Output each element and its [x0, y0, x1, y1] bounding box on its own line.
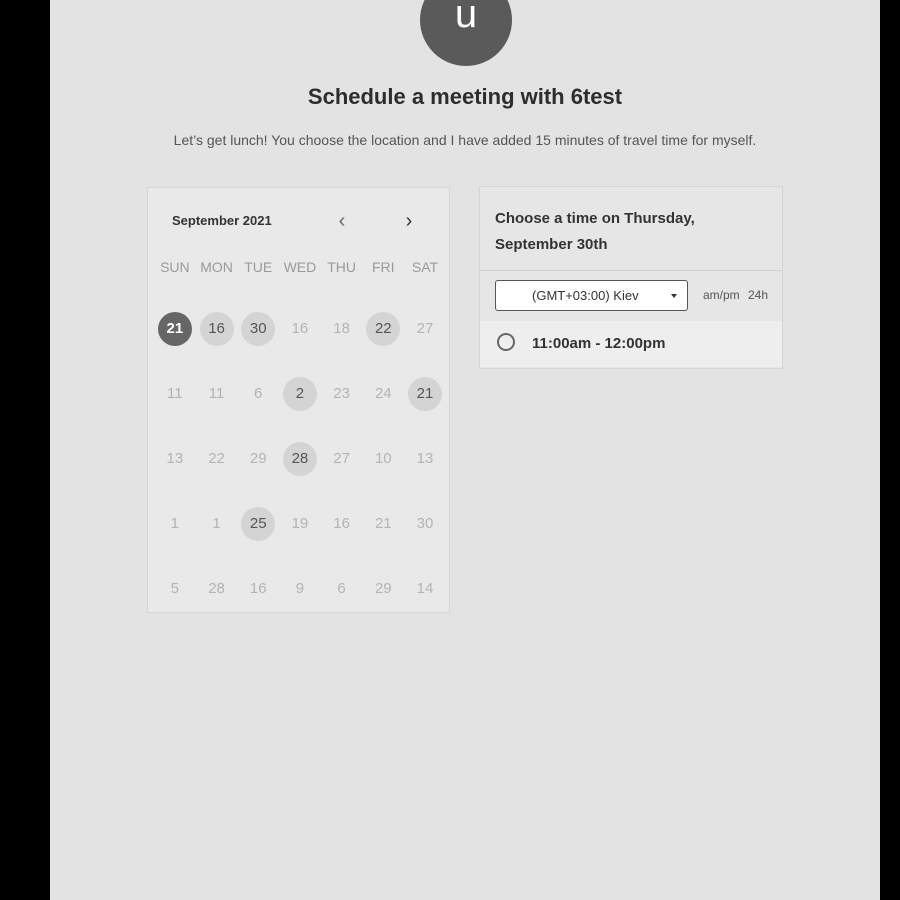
calendar-cell: 11 — [154, 361, 196, 426]
calendar-cell: 24 — [362, 361, 404, 426]
calendar-cell: 23 — [321, 361, 363, 426]
calendar-cell: 9 — [279, 556, 321, 621]
calendar-day-disabled: 19 — [291, 515, 309, 532]
next-month-icon[interactable]: › — [399, 211, 419, 232]
avatar: u — [420, 0, 512, 66]
calendar-cell: 16 — [279, 296, 321, 361]
calendar-cell: 1 — [196, 491, 238, 556]
page-title: Schedule a meeting with 6test — [307, 84, 623, 109]
scheduling-page: u Schedule a meeting with 6test Let’s ge… — [50, 0, 880, 900]
calendar-cell: 5 — [154, 556, 196, 621]
format-ampm-toggle[interactable]: am/pm — [703, 288, 740, 302]
weekday-tue: TUE — [244, 259, 273, 275]
calendar-cell: 27 — [404, 296, 446, 361]
calendar-day-disabled: 6 — [254, 385, 263, 402]
calendar-cell: 22 — [196, 426, 238, 491]
format-24h-toggle[interactable]: 24h — [748, 288, 768, 302]
calendar-day-disabled: 11 — [167, 385, 183, 402]
calendar-cell: 1 — [154, 491, 196, 556]
weekday-thu: THU — [327, 259, 356, 275]
time-slot-label: 11:00am - 12:00pm — [532, 335, 666, 352]
calendar-day-disabled: 16 — [333, 515, 350, 532]
calendar-cell: 25 — [237, 491, 279, 556]
calendar-cell: 28 — [196, 556, 238, 621]
calendar-cell: 6 — [321, 556, 363, 621]
calendar-day-disabled: 5 — [170, 580, 180, 597]
calendar-cell: 21 — [404, 361, 446, 426]
weekday-sat: SAT — [411, 259, 439, 275]
radio-icon[interactable] — [497, 333, 515, 351]
calendar-day-disabled: 9 — [295, 580, 305, 597]
caret-down-icon — [671, 294, 677, 298]
calendar-day-disabled: 22 — [208, 450, 225, 467]
calendar-cell: 16 — [237, 556, 279, 621]
calendar-day-disabled: 27 — [416, 320, 434, 337]
calendar-day-disabled: 29 — [374, 580, 392, 597]
time-slot[interactable]: 11:00am - 12:00pm — [480, 321, 782, 367]
calendar-cell: 27 — [321, 426, 363, 491]
weekday-sun: SUN — [160, 259, 190, 275]
calendar-cell: 10 — [362, 426, 404, 491]
weekday-wed: WED — [283, 259, 317, 275]
weekday-mon: MON — [200, 259, 233, 275]
calendar-cell: 6 — [237, 361, 279, 426]
calendar-day-disabled: 1 — [212, 515, 221, 532]
calendar-day-disabled: 11 — [208, 385, 225, 402]
calendar-cell: 14 — [404, 556, 446, 621]
calendar-day-disabled: 18 — [333, 320, 350, 337]
timezone-label: (GMT+03:00) Kiev — [532, 288, 639, 303]
weekday-fri: FRI — [372, 259, 395, 275]
calendar-cell: 13 — [404, 426, 446, 491]
calendar-day-disabled: 13 — [416, 450, 434, 467]
calendar-day-available[interactable]: 25 — [241, 506, 276, 541]
calendar-day-disabled: 6 — [337, 580, 346, 597]
calendar-cell: 30 — [237, 296, 279, 361]
calendar-day-disabled: 1 — [170, 515, 180, 532]
calendar-day-disabled: 16 — [291, 320, 309, 337]
calendar: September 2021 ‹ › SUN MON TUE WED THU F… — [147, 187, 450, 613]
time-picker-heading: Choose a time on Thursday, September 30t… — [495, 210, 695, 253]
calendar-day-disabled: 16 — [249, 580, 267, 597]
calendar-day-disabled: 13 — [166, 450, 184, 467]
calendar-day-selected[interactable]: 21 — [157, 311, 192, 346]
calendar-cell: 19 — [279, 491, 321, 556]
calendar-day-grid: 21 16 30 16 18 22 27 11 11 6 2 23 24 21 13 22 29 28 27 10 13… — [154, 296, 446, 621]
calendar-day-disabled: 23 — [333, 385, 350, 402]
avatar-letter: u — [454, 0, 478, 36]
calendar-day-disabled: 29 — [249, 450, 267, 467]
calendar-cell: 30 — [404, 491, 446, 556]
calendar-cell: 16 — [321, 491, 363, 556]
month-label: September 2021 — [172, 213, 272, 228]
calendar-day-available[interactable]: 30 — [241, 311, 276, 346]
divider — [480, 270, 782, 271]
calendar-day-available[interactable]: 16 — [199, 311, 234, 346]
calendar-day-available[interactable]: 21 — [407, 376, 442, 411]
calendar-day-available[interactable]: 2 — [282, 376, 317, 411]
calendar-day-available[interactable]: 28 — [282, 441, 317, 476]
calendar-cell: 29 — [237, 426, 279, 491]
calendar-cell: 21 — [362, 491, 404, 556]
calendar-cell: 21 — [154, 296, 196, 361]
calendar-cell: 2 — [279, 361, 321, 426]
calendar-day-disabled: 30 — [416, 515, 434, 532]
calendar-cell: 29 — [362, 556, 404, 621]
calendar-day-available[interactable]: 22 — [366, 311, 401, 346]
calendar-day-disabled: 24 — [374, 385, 392, 402]
calendar-day-disabled: 27 — [333, 450, 350, 467]
calendar-cell: 28 — [279, 426, 321, 491]
calendar-day-disabled: 14 — [416, 580, 434, 597]
calendar-cell: 18 — [321, 296, 363, 361]
calendar-cell: 22 — [362, 296, 404, 361]
calendar-day-disabled: 21 — [374, 515, 392, 532]
timezone-select[interactable]: (GMT+03:00) Kiev — [495, 280, 688, 311]
calendar-cell: 13 — [154, 426, 196, 491]
calendar-day-disabled: 10 — [374, 450, 392, 467]
calendar-cell: 11 — [196, 361, 238, 426]
calendar-cell: 16 — [196, 296, 238, 361]
prev-month-icon[interactable]: ‹ — [332, 211, 352, 232]
calendar-day-disabled: 28 — [208, 580, 225, 597]
meeting-description: Let’s get lunch! You choose the location… — [173, 132, 757, 148]
weekday-header: SUN MON TUE WED THU FRI SAT — [154, 259, 446, 275]
time-picker-panel: Choose a time on Thursday, September 30t… — [479, 186, 783, 369]
